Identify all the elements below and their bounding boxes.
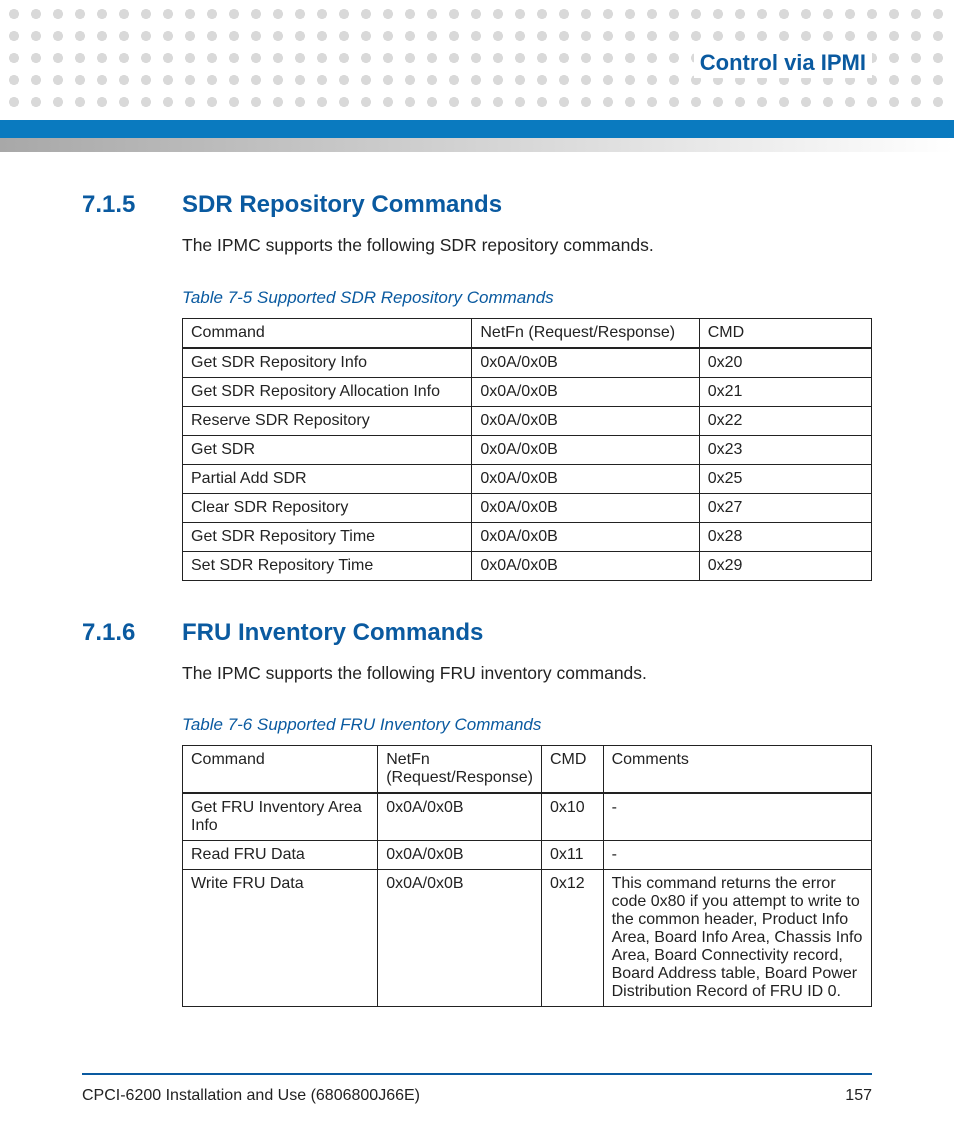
section-heading-715: 7.1.5 SDR Repository Commands (82, 191, 872, 219)
table-cell: 0x22 (699, 406, 871, 435)
table-cell: - (603, 793, 871, 841)
table-row: Get FRU Inventory Area Info0x0A/0x0B0x10… (183, 793, 872, 841)
table-cell: 0x0A/0x0B (378, 793, 542, 841)
table-cell: 0x29 (699, 551, 871, 580)
table-cell: 0x27 (699, 493, 871, 522)
section-body-text: The IPMC supports the following SDR repo… (182, 233, 872, 258)
table-row: Reserve SDR Repository0x0A/0x0B0x22 (183, 406, 872, 435)
col-header-command: Command (183, 318, 472, 348)
header-blue-bar (0, 120, 954, 138)
table-cell: 0x28 (699, 522, 871, 551)
section-title: FRU Inventory Commands (182, 619, 483, 647)
table-cell: 0x0A/0x0B (472, 493, 699, 522)
footer-doc-title: CPCI-6200 Installation and Use (6806800J… (82, 1087, 420, 1105)
table-row: Get SDR Repository Time0x0A/0x0B0x28 (183, 522, 872, 551)
table-cell: 0x12 (541, 870, 603, 1007)
table-row: Clear SDR Repository0x0A/0x0B0x27 (183, 493, 872, 522)
table-caption-75: Table 7-5 Supported SDR Repository Comma… (182, 288, 872, 308)
table-cell: Write FRU Data (183, 870, 378, 1007)
col-header-cmd: CMD (541, 746, 603, 794)
table-row: Get SDR Repository Info0x0A/0x0B0x20 (183, 348, 872, 378)
table-cell: Clear SDR Repository (183, 493, 472, 522)
table-header-row: Command NetFn (Request/Response) CMD (183, 318, 872, 348)
section-title: SDR Repository Commands (182, 191, 502, 219)
table-cell: Get SDR (183, 435, 472, 464)
table-cell: 0x11 (541, 841, 603, 870)
chapter-title: Control via IPMI (694, 48, 872, 78)
col-header-comments: Comments (603, 746, 871, 794)
header-gradient-bar (0, 138, 954, 152)
table-row: Write FRU Data0x0A/0x0B0x12This command … (183, 870, 872, 1007)
table-cell: 0x0A/0x0B (472, 406, 699, 435)
section-number: 7.1.5 (82, 191, 142, 219)
col-header-netfn: NetFn (Request/Response) (472, 318, 699, 348)
col-header-cmd: CMD (699, 318, 871, 348)
col-header-netfn: NetFn (Request/Response) (378, 746, 542, 794)
footer-rule (82, 1073, 872, 1075)
table-cell: 0x0A/0x0B (472, 348, 699, 378)
table-cell: Get FRU Inventory Area Info (183, 793, 378, 841)
table-row: Get SDR Repository Allocation Info0x0A/0… (183, 377, 872, 406)
table-cell: 0x0A/0x0B (472, 522, 699, 551)
sdr-commands-table: Command NetFn (Request/Response) CMD Get… (182, 318, 872, 581)
table-cell: 0x25 (699, 464, 871, 493)
section-body-text: The IPMC supports the following FRU inve… (182, 661, 872, 686)
col-header-command: Command (183, 746, 378, 794)
page-footer: CPCI-6200 Installation and Use (6806800J… (82, 1073, 872, 1105)
table-cell: Get SDR Repository Info (183, 348, 472, 378)
footer-page-number: 157 (845, 1087, 872, 1105)
table-cell: Read FRU Data (183, 841, 378, 870)
section-heading-716: 7.1.6 FRU Inventory Commands (82, 619, 872, 647)
table-cell: Get SDR Repository Time (183, 522, 472, 551)
table-cell: - (603, 841, 871, 870)
fru-commands-table: Command NetFn (Request/Response) CMD Com… (182, 745, 872, 1007)
page-content: 7.1.5 SDR Repository Commands The IPMC s… (82, 185, 872, 1007)
section-number: 7.1.6 (82, 619, 142, 647)
table-cell: 0x0A/0x0B (472, 435, 699, 464)
table-row: Read FRU Data0x0A/0x0B0x11- (183, 841, 872, 870)
table-row: Get SDR0x0A/0x0B0x23 (183, 435, 872, 464)
table-cell: 0x10 (541, 793, 603, 841)
table-row: Set SDR Repository Time0x0A/0x0B0x29 (183, 551, 872, 580)
table-caption-76: Table 7-6 Supported FRU Inventory Comman… (182, 715, 872, 735)
table-cell: 0x20 (699, 348, 871, 378)
table-cell: 0x0A/0x0B (472, 464, 699, 493)
table-cell: 0x0A/0x0B (378, 841, 542, 870)
table-cell: 0x0A/0x0B (472, 377, 699, 406)
table-cell: 0x23 (699, 435, 871, 464)
table-cell: Partial Add SDR (183, 464, 472, 493)
table-header-row: Command NetFn (Request/Response) CMD Com… (183, 746, 872, 794)
table-cell: 0x21 (699, 377, 871, 406)
table-cell: 0x0A/0x0B (472, 551, 699, 580)
table-cell: Get SDR Repository Allocation Info (183, 377, 472, 406)
table-cell: Set SDR Repository Time (183, 551, 472, 580)
table-row: Partial Add SDR0x0A/0x0B0x25 (183, 464, 872, 493)
table-cell: 0x0A/0x0B (378, 870, 542, 1007)
table-cell: Reserve SDR Repository (183, 406, 472, 435)
table-cell: This command returns the error code 0x80… (603, 870, 871, 1007)
